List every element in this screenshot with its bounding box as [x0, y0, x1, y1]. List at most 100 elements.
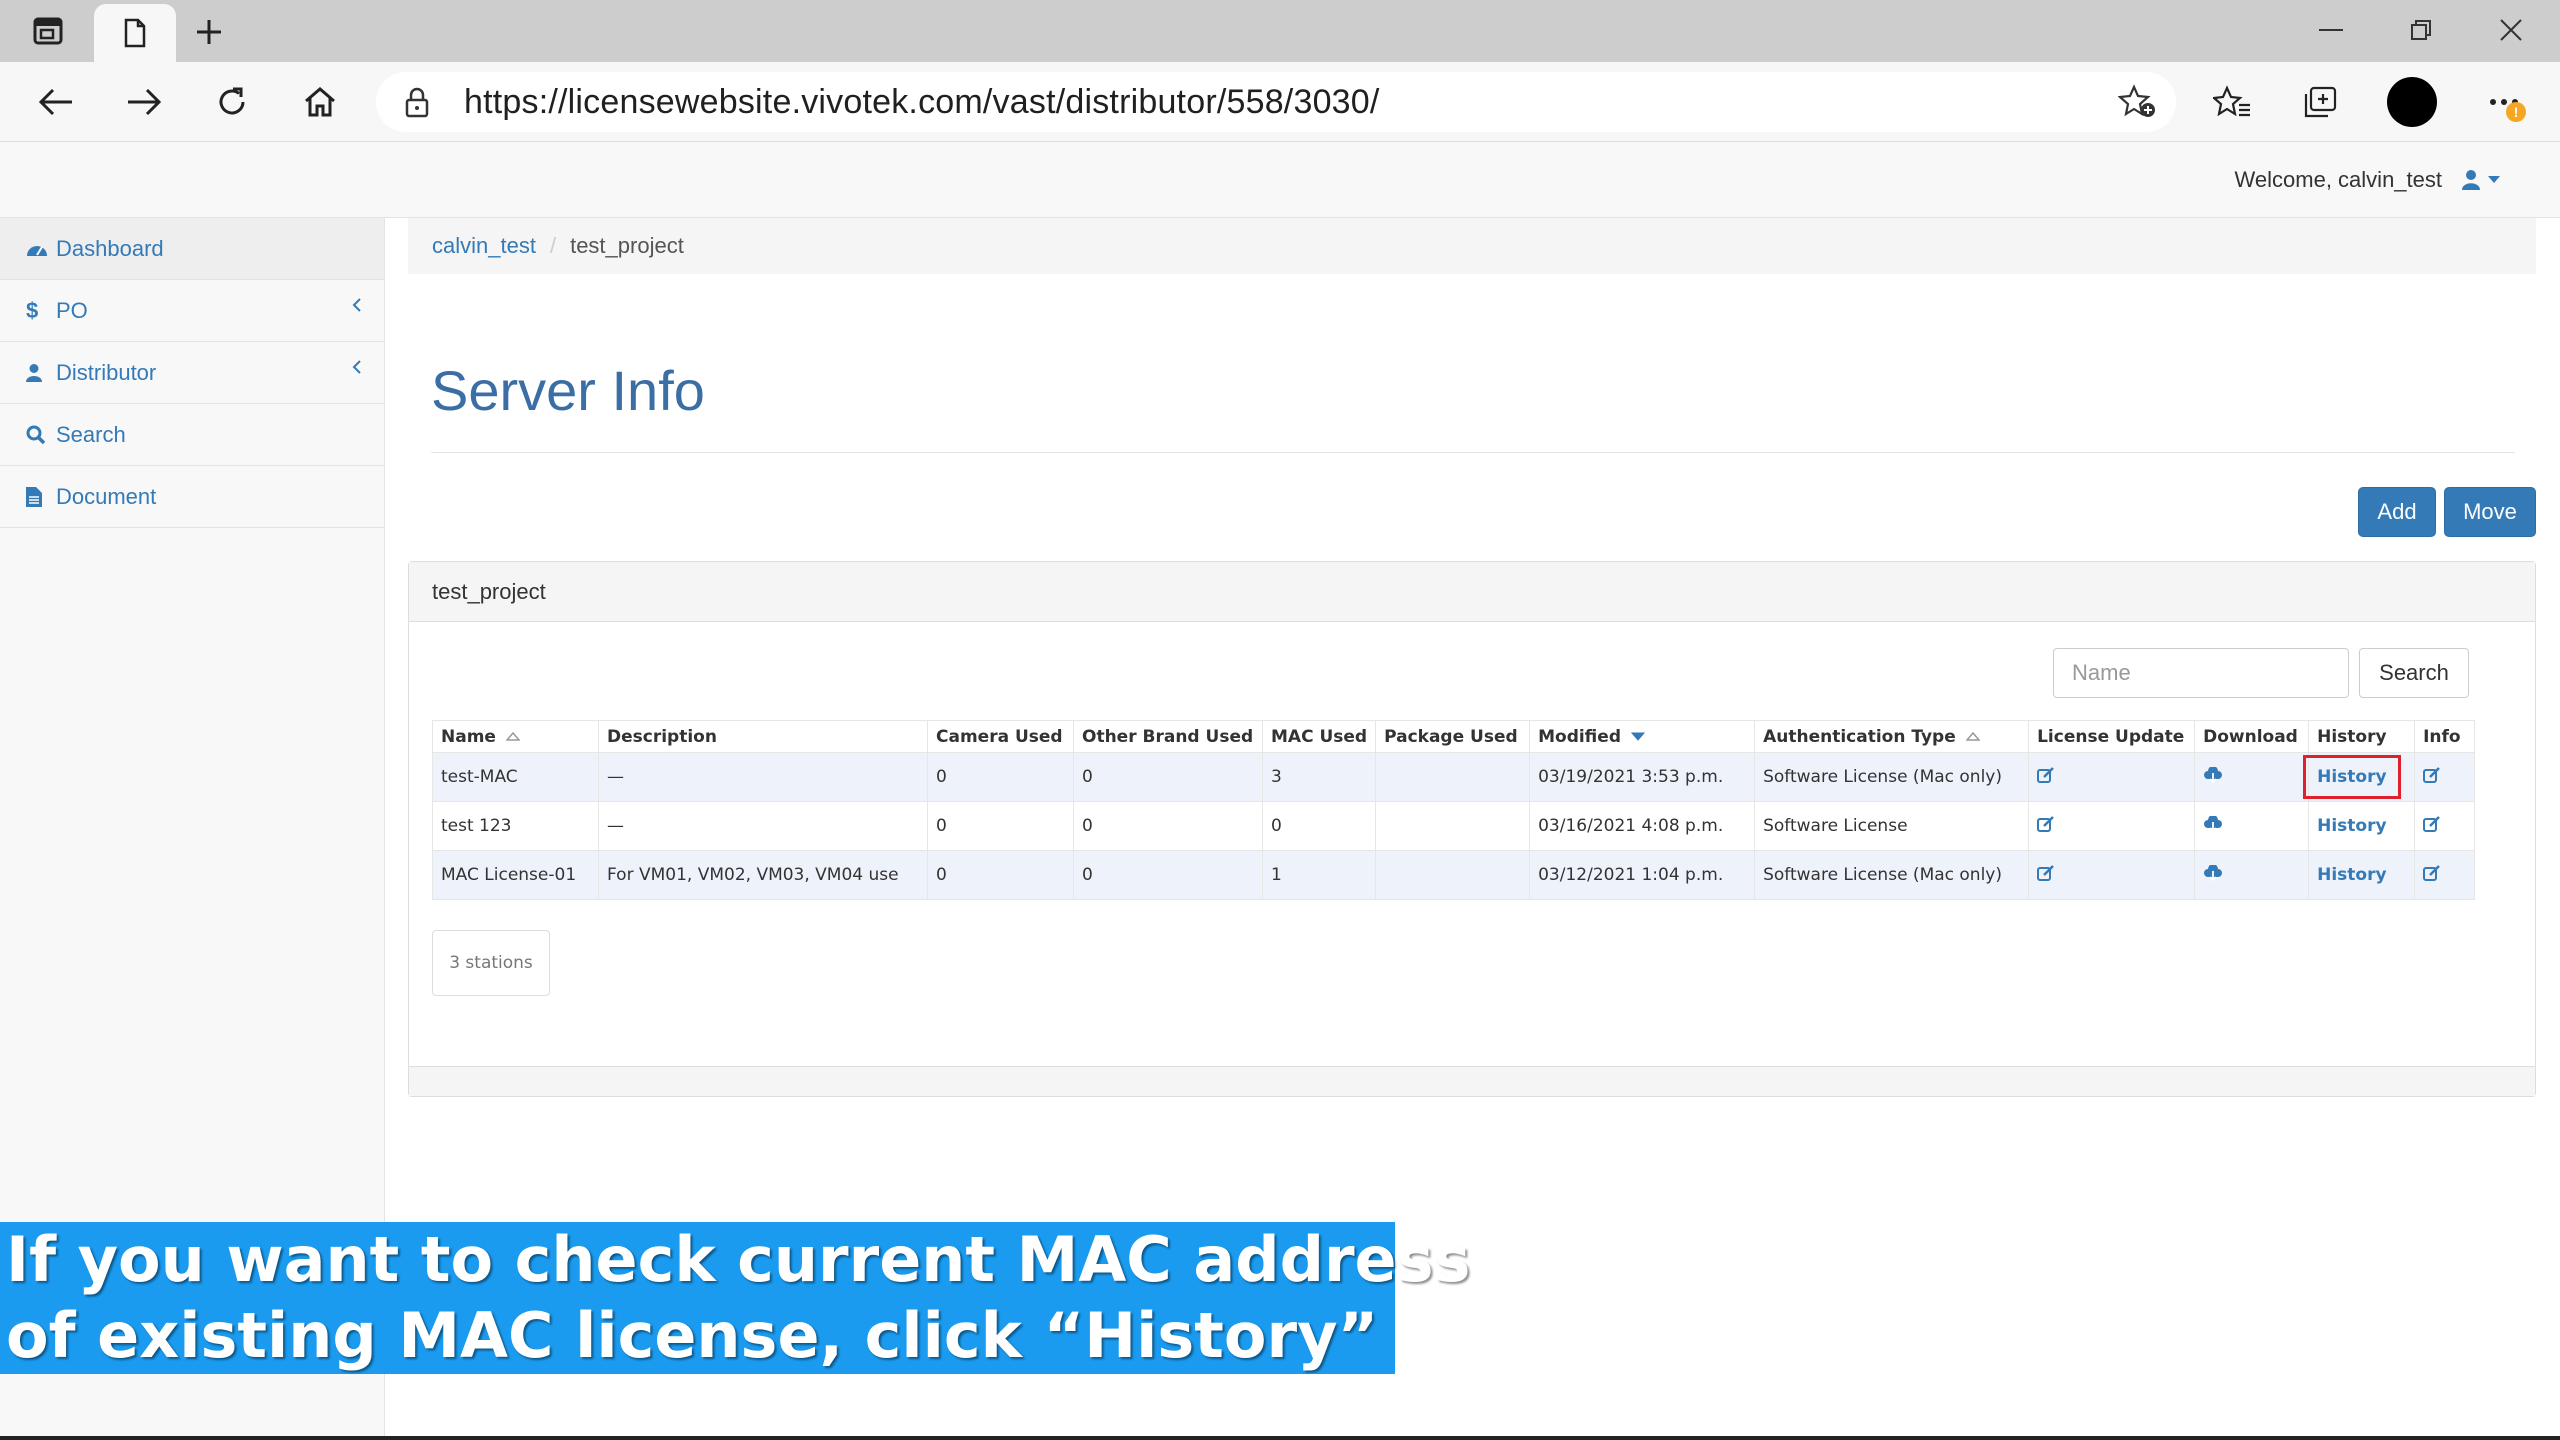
arrow-right-icon	[128, 88, 162, 116]
close-window-button[interactable]	[2476, 8, 2546, 52]
panel-title: test_project	[409, 562, 2535, 622]
column-header-license-update: License Update	[2028, 720, 2196, 753]
sidebar-item-document[interactable]: Document	[0, 466, 384, 528]
breadcrumb-link-user[interactable]: calvin_test	[432, 233, 536, 259]
sidebar-item-distributor[interactable]: Distributor	[0, 342, 384, 404]
restore-icon	[2411, 20, 2431, 40]
edit-icon[interactable]	[2037, 864, 2055, 882]
home-button[interactable]	[294, 76, 346, 128]
breadcrumb-current: test_project	[570, 233, 684, 258]
cell-camera-used: 0	[927, 801, 1074, 851]
sidebar-item-dashboard[interactable]: Dashboard	[0, 218, 384, 280]
cell-mac-used: 3	[1261, 752, 1377, 802]
sort-asc-icon	[1965, 732, 1980, 741]
column-header-camera-used: Camera Used	[927, 720, 1074, 753]
info-edit-icon[interactable]	[2423, 864, 2441, 882]
cell-info	[2414, 752, 2476, 802]
welcome-text: Welcome, calvin_test	[2234, 167, 2442, 192]
user-icon	[26, 363, 52, 382]
column-header-modified[interactable]: Modified	[1529, 720, 1756, 753]
cell-download	[2194, 801, 2310, 851]
column-header-description: Description	[598, 720, 928, 753]
plus-icon	[197, 20, 221, 44]
cell-other-brand-used: 0	[1073, 850, 1263, 900]
cell-mac-used: 1	[1261, 850, 1377, 900]
notification-badge: !	[2506, 102, 2526, 122]
reload-button[interactable]	[206, 76, 258, 128]
cell-name: test-MAC	[432, 752, 599, 802]
sidebar-item-label: PO	[56, 297, 88, 323]
cell-package-used	[1375, 752, 1531, 802]
search-button[interactable]: Search	[2359, 648, 2469, 698]
cell-name: test 123	[432, 801, 599, 851]
cell-info	[2414, 801, 2476, 851]
title-divider	[431, 452, 2515, 453]
cell-name: MAC License-01	[432, 850, 599, 900]
column-header-mac-used: MAC Used	[1261, 720, 1377, 753]
tab-actions-icon	[33, 17, 63, 45]
column-header-authentication-type[interactable]: Authentication Type	[1754, 720, 2030, 753]
collections-button[interactable]	[2292, 76, 2348, 128]
bottom-border	[0, 1436, 2560, 1440]
new-tab-button[interactable]	[186, 12, 232, 52]
cell-license-update	[2028, 801, 2196, 851]
edit-icon[interactable]	[2037, 766, 2055, 784]
cloud-download-icon[interactable]	[2203, 863, 2223, 881]
edit-icon[interactable]	[2037, 815, 2055, 833]
cell-package-used	[1375, 801, 1531, 851]
home-icon	[305, 87, 335, 117]
name-search-input[interactable]	[2053, 648, 2349, 698]
cloud-download-icon[interactable]	[2203, 765, 2223, 783]
cell-description: —	[598, 801, 928, 851]
favorites-button[interactable]	[2204, 76, 2260, 128]
minimize-button[interactable]	[2296, 8, 2366, 52]
tab-actions-button[interactable]	[22, 14, 74, 48]
cell-license-update	[2028, 752, 2196, 802]
sidebar-item-search[interactable]: Search	[0, 404, 384, 466]
history-link[interactable]: History	[2317, 865, 2386, 885]
info-edit-icon[interactable]	[2423, 766, 2441, 784]
cell-description: For VM01, VM02, VM03, VM04 use	[598, 850, 928, 900]
user-menu-dropdown[interactable]	[2462, 164, 2522, 196]
page-icon	[124, 18, 146, 48]
document-icon	[26, 486, 52, 507]
cell-modified: 03/16/2021 4:08 p.m.	[1529, 801, 1756, 851]
table-row: test 123 — 0 0 0 03/16/2021 4:08 p.m. So…	[432, 801, 2476, 851]
reload-icon	[219, 87, 245, 115]
breadcrumb: calvin_test / test_project	[408, 218, 2536, 274]
history-link[interactable]: History	[2317, 816, 2386, 836]
back-button[interactable]	[30, 76, 82, 128]
url-text[interactable]: https://licensewebsite.vivotek.com/vast/…	[464, 72, 1380, 132]
sidebar-item-po[interactable]: $ PO	[0, 280, 384, 342]
caption-line: of existing MAC license, click “History”	[6, 1299, 1379, 1372]
browser-tab-active[interactable]	[94, 4, 176, 62]
add-favorite-icon[interactable]	[2118, 84, 2158, 120]
cell-history: History	[2308, 850, 2416, 900]
chevron-left-icon	[352, 298, 361, 312]
column-header-info: Info	[2414, 720, 2476, 753]
arrow-left-icon	[38, 88, 72, 116]
add-button[interactable]: Add	[2358, 487, 2436, 537]
restore-button[interactable]	[2386, 8, 2456, 52]
cell-other-brand-used: 0	[1073, 801, 1263, 851]
info-edit-icon[interactable]	[2423, 815, 2441, 833]
cell-other-brand-used: 0	[1073, 752, 1263, 802]
table-header-row: Name Description Camera Used Other Brand…	[432, 720, 2476, 753]
sidebar-item-label: Document	[56, 483, 157, 509]
cell-authentication-type: Software License (Mac only)	[1754, 752, 2030, 802]
cloud-download-icon[interactable]	[2203, 814, 2223, 832]
move-button[interactable]: Move	[2444, 487, 2536, 537]
column-header-package-used: Package Used	[1375, 720, 1531, 753]
profile-button[interactable]	[2384, 76, 2440, 128]
address-bar[interactable]: https://licensewebsite.vivotek.com/vast/…	[376, 72, 2176, 132]
forward-button[interactable]	[118, 76, 170, 128]
avatar	[2387, 77, 2437, 127]
cell-camera-used: 0	[927, 752, 1074, 802]
station-count-badge: 3 stations	[432, 930, 550, 996]
instruction-caption: If you want to check current MAC address…	[0, 1222, 1470, 1374]
settings-menu-button[interactable]: !	[2476, 76, 2532, 128]
history-highlight-box	[2303, 755, 2401, 799]
column-header-name[interactable]: Name	[432, 720, 599, 753]
caret-down-icon	[2488, 176, 2500, 183]
user-icon	[2462, 170, 2480, 190]
